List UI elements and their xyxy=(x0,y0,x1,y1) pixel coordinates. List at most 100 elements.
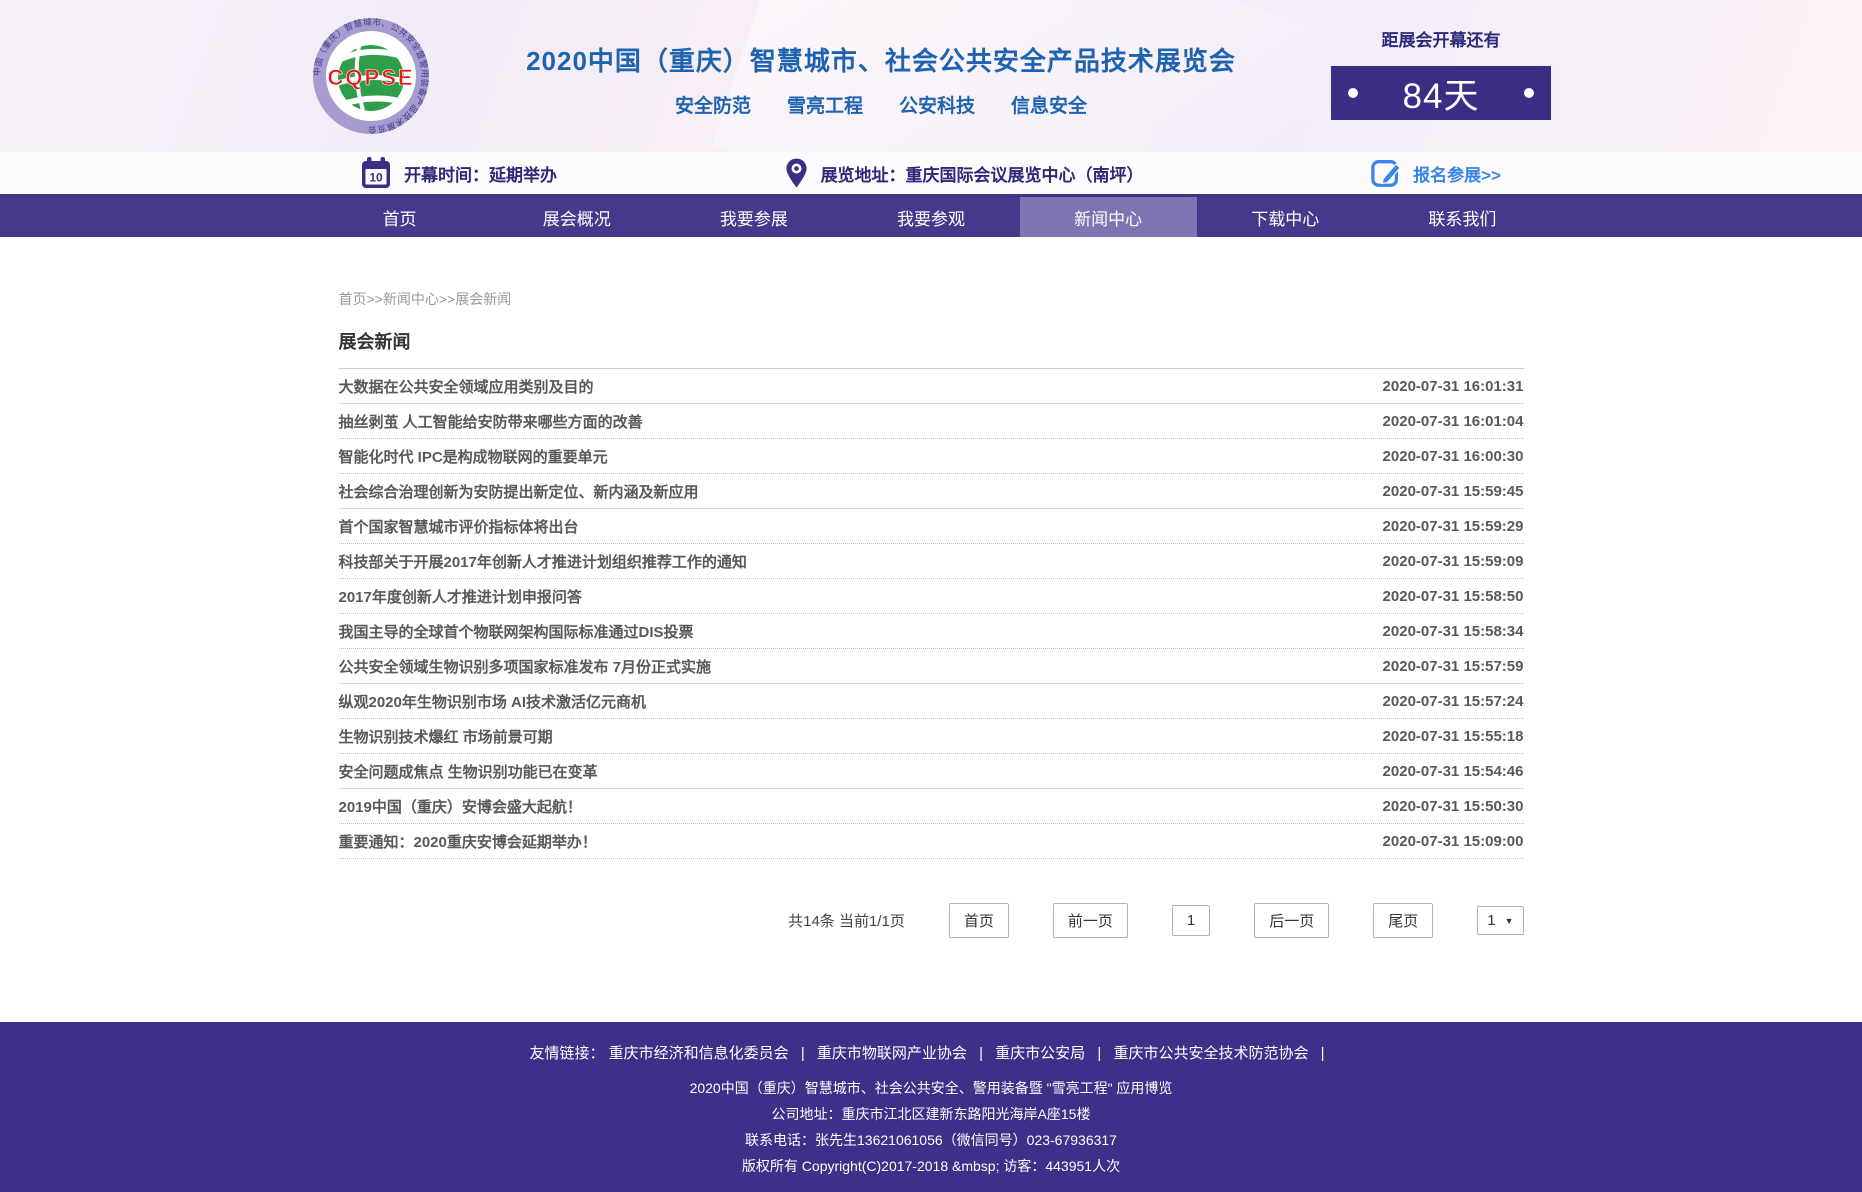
nav-item-visit[interactable]: 我要参观 xyxy=(842,197,1019,237)
news-row: 大数据在公共安全领域应用类别及目的 2020-07-31 16:01:31 xyxy=(339,369,1524,404)
pagination-next-button[interactable]: 后一页 xyxy=(1254,903,1329,938)
news-row: 智能化时代 IPC是构成物联网的重要单元 2020-07-31 16:00:30 xyxy=(339,439,1524,474)
news-title-link[interactable]: 大数据在公共安全领域应用类别及目的 xyxy=(339,376,594,397)
info-bar: 10 开幕时间：延期举办 展览地址：重庆国际会议展览中心（南坪） 报名参展>> xyxy=(0,152,1862,197)
subtitle-keywords: 安全防范 雪亮工程 公安科技 信息安全 xyxy=(449,91,1313,118)
section-head: 展会新闻 xyxy=(339,328,1524,369)
nav-item-contact[interactable]: 联系我们 xyxy=(1374,197,1551,237)
news-date: 2020-07-31 15:55:18 xyxy=(1383,728,1524,745)
countdown-label: 距展会开幕还有 xyxy=(1331,26,1551,51)
breadcrumb[interactable]: 首页>>新闻中心>>展会新闻 xyxy=(339,237,1524,309)
nav-item-exhibit[interactable]: 我要参展 xyxy=(665,197,842,237)
news-title-link[interactable]: 2019中国（重庆）安博会盛大起航！ xyxy=(339,796,582,817)
countdown-widget: 距展会开幕还有 84天 xyxy=(1331,0,1551,120)
nav-item-label: 首页 xyxy=(383,205,417,230)
news-row: 重要通知：2020重庆安博会延期举办！ 2020-07-31 15:09:00 xyxy=(339,824,1524,859)
nav-item-news[interactable]: 新闻中心 xyxy=(1020,197,1197,237)
calendar-day-number: 10 xyxy=(369,171,383,185)
countdown-box: 84天 xyxy=(1331,66,1551,120)
news-row: 安全问题成焦点 生物识别功能已在变革 2020-07-31 15:54:46 xyxy=(339,754,1524,789)
open-time-info: 10 开幕时间：延期举办 xyxy=(361,157,557,189)
news-date: 2020-07-31 15:58:34 xyxy=(1383,623,1524,640)
pagination-page-button[interactable]: 1 xyxy=(1172,905,1210,936)
footer-links: 友情链接： 重庆市经济和信息化委员会 | 重庆市物联网产业协会 | 重庆市公安局… xyxy=(0,1042,1862,1063)
news-title-link[interactable]: 首个国家智慧城市评价指标体将出台 xyxy=(339,516,579,537)
countdown-dot xyxy=(1348,88,1358,98)
news-date: 2020-07-31 15:59:45 xyxy=(1383,483,1524,500)
pagination-last-button[interactable]: 尾页 xyxy=(1373,903,1433,938)
dropdown-arrow-icon: ▼ xyxy=(1505,916,1514,926)
site-logo[interactable]: 中国（重庆）智慧城市、公共安全暨警用装备产品技术展览会 CQPSE xyxy=(311,16,431,136)
news-title-link[interactable]: 抽丝剥茧 人工智能给安防带来哪些方面的改善 xyxy=(339,411,643,432)
news-title-link[interactable]: 公共安全领域生物识别多项国家标准发布 7月份正式实施 xyxy=(339,656,712,677)
calendar-icon: 10 xyxy=(361,157,391,189)
footer-line-copyright: 版权所有 Copyright(C)2017-2018 &mbsp; 访客：443… xyxy=(0,1153,1862,1179)
venue-info: 展览地址：重庆国际会议展览中心（南坪） xyxy=(785,157,1144,189)
footer-line-expo: 2020中国（重庆）智慧城市、社会公共安全、警用装备暨 "雪亮工程" 应用博览 xyxy=(0,1075,1862,1101)
pagination: 共14条 当前1/1页 首页 前一页 1 后一页 尾页 1 ▼ xyxy=(339,903,1524,938)
subtitle-item: 雪亮工程 xyxy=(787,91,863,118)
pagination-first-button[interactable]: 首页 xyxy=(949,903,1009,938)
countdown-dot xyxy=(1524,88,1534,98)
location-pin-icon xyxy=(785,157,808,189)
footer-line-phone: 联系电话：张先生13621061056（微信同号）023-67936317 xyxy=(0,1127,1862,1153)
footer-separator: | xyxy=(1097,1045,1101,1062)
news-title-link[interactable]: 重要通知：2020重庆安博会延期举办！ xyxy=(339,831,597,852)
news-row: 我国主导的全球首个物联网架构国际标准通过DIS投票 2020-07-31 15:… xyxy=(339,614,1524,649)
pagination-prev-button[interactable]: 前一页 xyxy=(1053,903,1128,938)
news-title-link[interactable]: 我国主导的全球首个物联网架构国际标准通过DIS投票 xyxy=(339,621,694,642)
footer-link[interactable]: 重庆市物联网产业协会 xyxy=(817,1045,967,1062)
subtitle-item: 安全防范 xyxy=(675,91,751,118)
footer-link[interactable]: 重庆市公共安全技术防范协会 xyxy=(1113,1045,1308,1062)
footer-link[interactable]: 重庆市公安局 xyxy=(995,1045,1085,1062)
footer-links-label: 友情链接： xyxy=(529,1045,604,1062)
subtitle-item: 公安科技 xyxy=(899,91,975,118)
news-title-link[interactable]: 纵观2020年生物识别市场 AI技术激活亿元商机 xyxy=(339,691,647,712)
main-nav: 首页 展会概况 我要参展 我要参观 新闻中心 下载中心 联系我们 xyxy=(0,197,1862,237)
news-date: 2020-07-31 15:59:29 xyxy=(1383,518,1524,535)
register-pencil-icon xyxy=(1371,157,1403,189)
logo-acronym: CQPSE xyxy=(327,65,414,90)
news-date: 2020-07-31 15:54:46 xyxy=(1383,763,1524,780)
news-row: 2017年度创新人才推进计划申报问答 2020-07-31 15:58:50 xyxy=(339,579,1524,614)
news-row: 生物识别技术爆红 市场前景可期 2020-07-31 15:55:18 xyxy=(339,719,1524,754)
nav-item-label: 联系我们 xyxy=(1428,205,1496,230)
nav-item-label: 我要参观 xyxy=(897,205,965,230)
news-date: 2020-07-31 15:57:59 xyxy=(1383,658,1524,675)
news-row: 2019中国（重庆）安博会盛大起航！ 2020-07-31 15:50:30 xyxy=(339,789,1524,824)
nav-item-home[interactable]: 首页 xyxy=(311,197,488,237)
news-date: 2020-07-31 16:01:04 xyxy=(1383,413,1524,430)
main-content: 首页>>新闻中心>>展会新闻 展会新闻 大数据在公共安全领域应用类别及目的 20… xyxy=(339,237,1524,1022)
news-row: 科技部关于开展2017年创新人才推进计划组织推荐工作的通知 2020-07-31… xyxy=(339,544,1524,579)
news-date: 2020-07-31 16:00:30 xyxy=(1383,448,1524,465)
nav-item-label: 我要参展 xyxy=(720,205,788,230)
news-date: 2020-07-31 15:50:30 xyxy=(1383,798,1524,815)
footer-separator: | xyxy=(801,1045,805,1062)
news-row: 首个国家智慧城市评价指标体将出台 2020-07-31 15:59:29 xyxy=(339,509,1524,544)
news-title-link[interactable]: 生物识别技术爆红 市场前景可期 xyxy=(339,726,553,747)
news-title-link[interactable]: 智能化时代 IPC是构成物联网的重要单元 xyxy=(339,446,608,467)
nav-item-label: 下载中心 xyxy=(1251,205,1319,230)
news-title-link[interactable]: 社会综合治理创新为安防提出新定位、新内涵及新应用 xyxy=(339,481,699,502)
news-title-link[interactable]: 科技部关于开展2017年创新人才推进计划组织推荐工作的通知 xyxy=(339,551,747,572)
news-date: 2020-07-31 16:01:31 xyxy=(1383,378,1524,395)
nav-item-overview[interactable]: 展会概况 xyxy=(488,197,665,237)
news-title-link[interactable]: 2017年度创新人才推进计划申报问答 xyxy=(339,586,582,607)
page-select-value: 1 xyxy=(1487,912,1495,929)
news-date: 2020-07-31 15:57:24 xyxy=(1383,693,1524,710)
news-date: 2020-07-31 15:58:50 xyxy=(1383,588,1524,605)
news-row: 抽丝剥茧 人工智能给安防带来哪些方面的改善 2020-07-31 16:01:0… xyxy=(339,404,1524,439)
nav-item-download[interactable]: 下载中心 xyxy=(1197,197,1374,237)
footer-link[interactable]: 重庆市经济和信息化委员会 xyxy=(609,1045,789,1062)
page-select[interactable]: 1 ▼ xyxy=(1477,906,1523,935)
site-footer: 友情链接： 重庆市经济和信息化委员会 | 重庆市物联网产业协会 | 重庆市公安局… xyxy=(0,1022,1862,1192)
news-title-link[interactable]: 安全问题成焦点 生物识别功能已在变革 xyxy=(339,761,598,782)
news-row: 纵观2020年生物识别市场 AI技术激活亿元商机 2020-07-31 15:5… xyxy=(339,684,1524,719)
countdown-value: 84天 xyxy=(1403,68,1480,119)
news-row: 社会综合治理创新为安防提出新定位、新内涵及新应用 2020-07-31 15:5… xyxy=(339,474,1524,509)
register-link[interactable]: 报名参展>> xyxy=(1371,157,1501,189)
open-time-text: 开幕时间：延期举办 xyxy=(404,161,557,186)
nav-item-label: 新闻中心 xyxy=(1074,205,1142,230)
subtitle-item: 信息安全 xyxy=(1011,91,1087,118)
pagination-summary: 共14条 当前1/1页 xyxy=(788,910,905,931)
